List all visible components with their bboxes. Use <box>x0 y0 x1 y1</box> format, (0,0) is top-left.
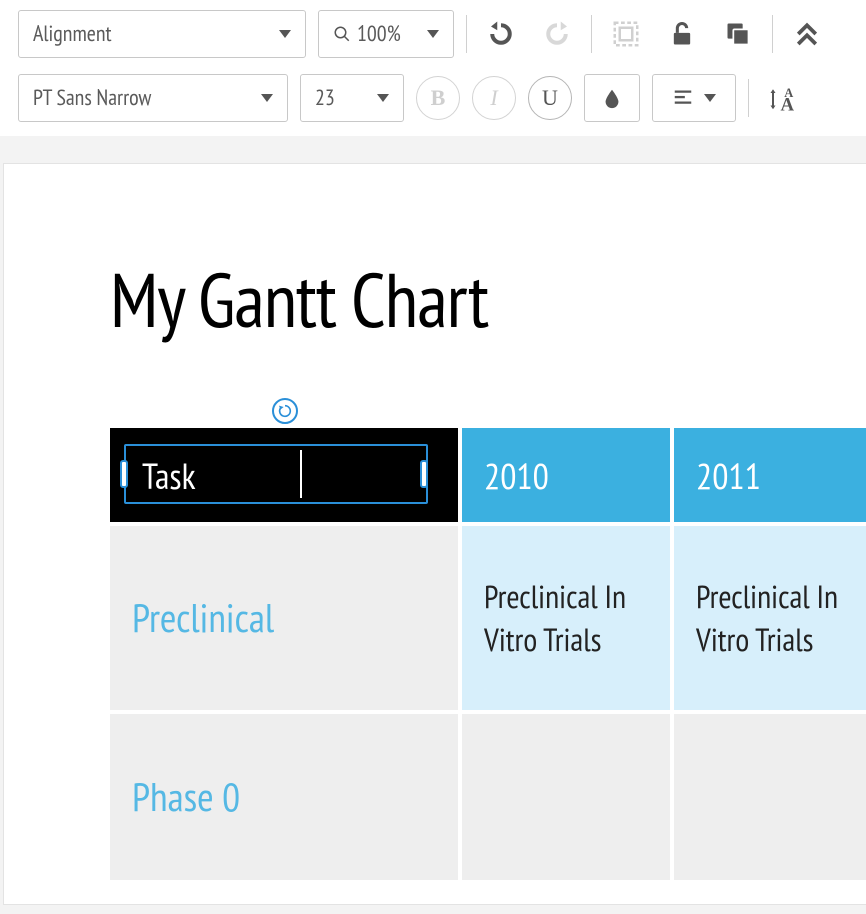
font-size-dropdown[interactable]: 23 <box>300 74 404 122</box>
double-chevron-up-icon <box>792 19 822 49</box>
copy-button[interactable] <box>716 12 760 56</box>
zoom-dropdown[interactable]: 100% <box>318 10 454 58</box>
table-cell[interactable]: Preclinical In Vitro Trials <box>670 522 866 710</box>
separator <box>466 15 467 53</box>
page[interactable]: My Gantt Chart Task 2010 2011 Preclinica… <box>4 164 866 904</box>
font-size-label: 23 <box>315 84 335 112</box>
table-row[interactable]: Preclinical <box>110 522 458 710</box>
header-2010-cell[interactable]: 2010 <box>458 428 670 522</box>
text-size-button[interactable]: A A <box>761 76 805 120</box>
toolbar-row-2: PT Sans Narrow 23 B I U A A <box>18 74 848 122</box>
rotate-icon <box>277 403 293 419</box>
separator <box>591 15 592 53</box>
cell-text: Preclinical In Vitro Trials <box>484 524 648 712</box>
lock-button[interactable] <box>660 12 704 56</box>
header-2011-cell[interactable]: 2011 <box>670 428 866 522</box>
text-size-icon: A A <box>768 83 798 113</box>
underline-button[interactable]: U <box>528 76 572 120</box>
rotate-handle[interactable] <box>272 398 298 424</box>
gantt-table[interactable]: Task 2010 2011 Preclinical Preclinical I… <box>110 428 866 880</box>
underline-label: U <box>542 85 558 111</box>
header-task-cell[interactable]: Task <box>110 428 458 522</box>
redo-button[interactable] <box>535 12 579 56</box>
cell-text: Preclinical In Vitro Trials <box>696 524 860 712</box>
bold-button[interactable]: B <box>416 76 460 120</box>
copy-icon <box>724 20 752 48</box>
text-color-button[interactable] <box>584 74 640 122</box>
paragraph-align-dropdown[interactable] <box>652 74 736 122</box>
separator <box>748 79 749 117</box>
chevron-down-icon <box>704 94 716 102</box>
chevron-down-icon <box>261 94 273 102</box>
chevron-down-icon <box>279 30 291 38</box>
search-icon <box>333 25 351 43</box>
header-2011-label: 2011 <box>696 452 761 499</box>
svg-text:A: A <box>781 95 795 114</box>
header-task-label: Task <box>142 452 196 499</box>
italic-label: I <box>490 85 497 111</box>
header-2010-label: 2010 <box>484 452 549 499</box>
table-cell[interactable] <box>670 710 866 880</box>
chevron-down-icon <box>427 30 439 38</box>
canvas[interactable]: My Gantt Chart Task 2010 2011 Preclinica… <box>0 136 866 904</box>
italic-button[interactable]: I <box>472 76 516 120</box>
chevron-down-icon <box>377 94 389 102</box>
drop-icon <box>601 87 623 109</box>
bold-label: B <box>431 85 446 111</box>
text-cursor <box>300 450 302 498</box>
selection-handle-left[interactable] <box>120 460 128 488</box>
separator <box>772 15 773 53</box>
group-icon <box>611 19 641 49</box>
table-cell[interactable] <box>458 710 670 880</box>
zoom-label: 100% <box>357 20 401 48</box>
undo-button[interactable] <box>479 12 523 56</box>
table-cell[interactable]: Preclinical In Vitro Trials <box>458 522 670 710</box>
table-wrap: Task 2010 2011 Preclinical Preclinical I… <box>110 428 866 880</box>
group-button[interactable] <box>604 12 648 56</box>
redo-icon <box>542 19 572 49</box>
toolbar-row-1: Alignment 100% <box>18 10 848 58</box>
page-title[interactable]: My Gantt Chart <box>110 250 866 348</box>
lock-open-icon <box>668 20 696 48</box>
undo-icon <box>486 19 516 49</box>
task-label: Phase 0 <box>132 771 240 823</box>
align-left-icon <box>672 87 694 109</box>
font-dropdown[interactable]: PT Sans Narrow <box>18 74 288 122</box>
collapse-button[interactable] <box>785 12 829 56</box>
selection-handle-right[interactable] <box>420 460 428 488</box>
alignment-label: Alignment <box>33 20 112 48</box>
alignment-dropdown[interactable]: Alignment <box>18 10 306 58</box>
toolbar: Alignment 100% <box>0 0 866 136</box>
font-label: PT Sans Narrow <box>33 84 151 112</box>
table-row[interactable]: Phase 0 <box>110 710 458 880</box>
task-label: Preclinical <box>132 592 274 644</box>
